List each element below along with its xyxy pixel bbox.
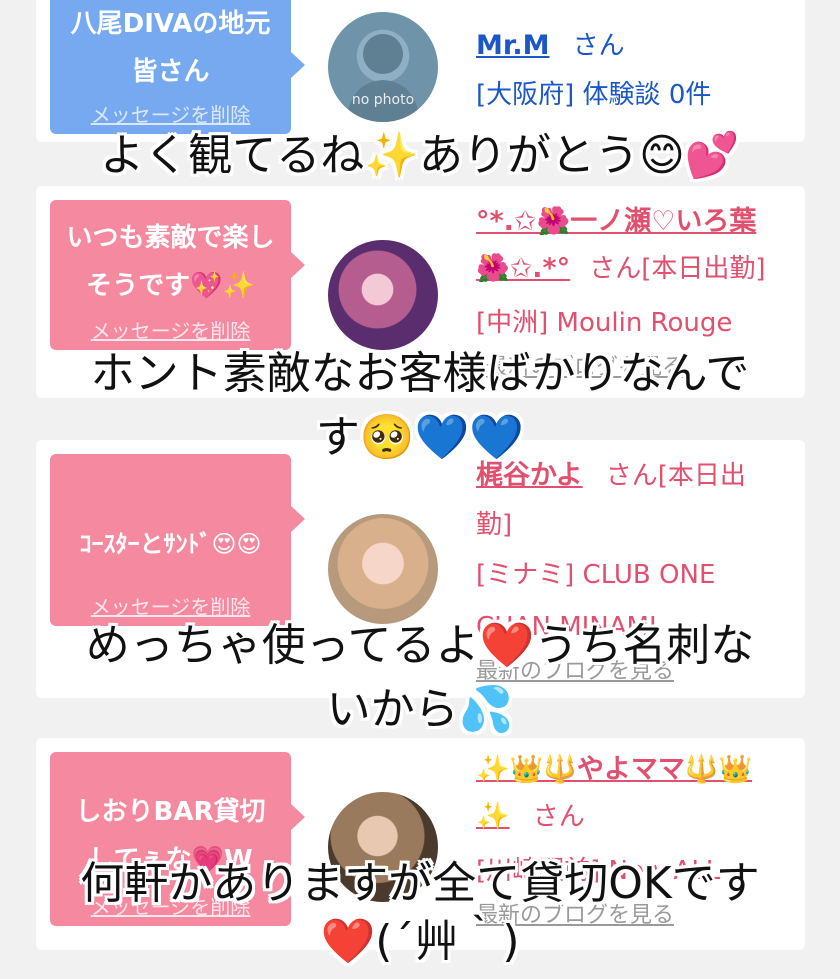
message-text: 八尾DIVAの地元 皆さん (70, 9, 271, 87)
caption-line: めっちゃ使ってるよ❤️うち名刺な (85, 620, 755, 671)
caption-line: 何軒かありますが全て貸切OKです (80, 858, 760, 909)
message-bubble: 八尾DIVAの地元 皆さん メッセージを削除 (50, 0, 305, 134)
user-detail: [ミナミ] CLUB ONE (476, 560, 716, 590)
message-bubble: ｺｰｽﾀｰとｻﾝﾄﾞ😍😍 メッセージを削除 (50, 454, 305, 626)
caption-line: す🥺💙💙 (315, 412, 525, 463)
delete-message-link[interactable]: メッセージを削除 (50, 315, 291, 344)
avatar[interactable] (328, 514, 438, 624)
message-text: いつも素敵で楽し そうです💖✨ (66, 223, 275, 301)
no-photo-label: no photo (351, 92, 415, 108)
message-card: 八尾DIVAの地元 皆さん メッセージを削除 no photo Mr.M さん … (36, 0, 805, 142)
user-name-link-cont[interactable]: 🌺✩.*° (476, 253, 570, 284)
honorific-status: さん[本日出勤] (589, 254, 766, 284)
honorific: さん (532, 802, 585, 832)
delete-message-link[interactable]: メッセージを削除 (50, 591, 291, 620)
message-text: ｺｰｽﾀｰとｻﾝﾄﾞ😍😍 (79, 530, 262, 558)
user-name-link[interactable]: Mr.M (476, 30, 549, 61)
user-name-link[interactable]: °*.✩🌺一ノ瀬♡いろ葉 (476, 200, 793, 244)
honorific-status-cont: 勤] (476, 510, 513, 540)
caption-line: ホント素敵なお客様ばかりなんで (90, 348, 750, 399)
avatar[interactable] (328, 240, 438, 350)
caption-line: いから💦 (326, 684, 514, 735)
caption-line: ❤️(´艸｀) (320, 916, 520, 967)
delete-message-link[interactable]: メッセージを削除 (50, 99, 291, 128)
user-info: Mr.M さん [大阪府] 体験談 0件 (476, 26, 793, 121)
avatar[interactable]: no photo (328, 12, 438, 122)
message-bubble: いつも素敵で楽し そうです💖✨ メッセージを削除 (50, 200, 305, 350)
user-name-link-cont[interactable]: ✨ (476, 801, 510, 832)
user-name-link[interactable]: ✨👑🔱やよママ🔱👑 (476, 748, 793, 792)
honorific: さん (572, 31, 625, 61)
user-detail: [大阪府] 体験談 0件 (476, 80, 712, 110)
caption-line: よく観てるね✨ありがとう😊💕 (100, 130, 740, 181)
user-detail: [中洲] Moulin Rouge (476, 308, 733, 338)
